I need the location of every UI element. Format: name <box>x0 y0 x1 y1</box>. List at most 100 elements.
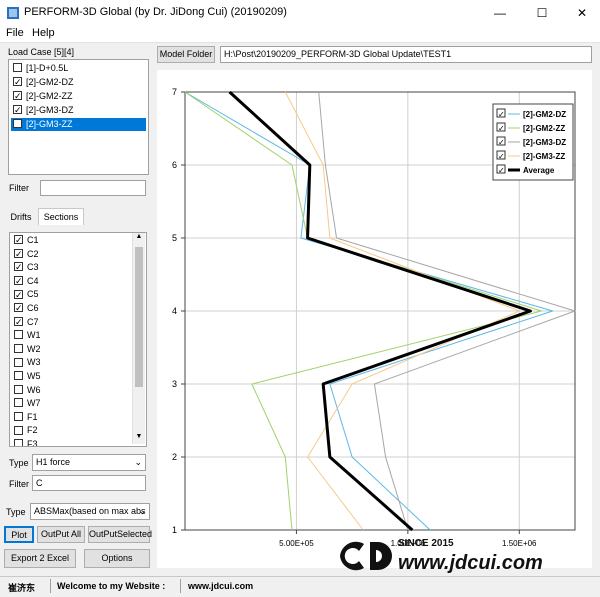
section-item[interactable]: ✓ C5 <box>14 288 39 301</box>
legend-label: [2]-GM3-ZZ <box>523 152 565 161</box>
jdcui-logo-icon <box>340 541 392 571</box>
legend-label: [2]-GM2-ZZ <box>523 124 565 133</box>
checkbox-checked-icon[interactable]: ✓ <box>13 91 22 101</box>
y-tick-label: 2 <box>172 452 177 462</box>
x-tick-label: 5.00E+05 <box>279 539 314 548</box>
checkbox-checked-icon[interactable]: ✓ <box>13 119 22 129</box>
checkbox-icon[interactable] <box>14 398 23 408</box>
load-case-filter-label: Filter <box>9 183 29 193</box>
export-excel-button[interactable]: Export 2 Excel <box>4 549 76 568</box>
y-tick-label: 7 <box>172 87 177 97</box>
options-button[interactable]: Options <box>84 549 150 568</box>
menu-help[interactable]: Help <box>32 27 55 39</box>
tab-sections[interactable]: Sections <box>38 208 84 225</box>
maximize-button[interactable]: ☐ <box>522 0 562 26</box>
checkbox-icon[interactable] <box>14 439 23 446</box>
watermark-since: SINCE 2015 <box>398 538 454 549</box>
section-item[interactable]: W5 <box>14 370 41 383</box>
section-type-select[interactable]: H1 force ⌄ <box>32 454 146 471</box>
checkbox-checked-icon[interactable]: ✓ <box>14 235 23 245</box>
checkbox-icon[interactable] <box>14 330 23 340</box>
checkbox-icon[interactable] <box>13 63 22 73</box>
section-item[interactable]: F3 <box>14 438 38 446</box>
load-case-item[interactable]: ✓ [2]-GM3-ZZ <box>11 118 146 131</box>
checkbox-icon[interactable] <box>14 411 23 421</box>
checkbox-checked-icon[interactable]: ✓ <box>14 303 23 313</box>
model-path-field[interactable]: H:\Post\20190209_PERFORM-3D Global Updat… <box>220 46 592 63</box>
status-author: 崔济东 <box>8 583 36 593</box>
scroll-up-icon[interactable]: ▲ <box>133 233 145 243</box>
scroll-down-icon[interactable]: ▼ <box>133 433 145 443</box>
plot-button[interactable]: Plot <box>4 526 34 543</box>
status-divider <box>180 579 181 593</box>
legend-check-mark: ✓ <box>498 138 505 147</box>
section-filter-input[interactable]: C <box>32 475 146 491</box>
load-case-item-label: [2]-GM3-ZZ <box>26 119 73 129</box>
section-item-label: C2 <box>27 248 39 259</box>
output-all-button[interactable]: OutPut All <box>37 526 85 543</box>
tab-drifts[interactable]: Drifts <box>6 210 36 224</box>
checkbox-checked-icon[interactable]: ✓ <box>14 275 23 285</box>
checkbox-icon[interactable] <box>14 357 23 367</box>
section-item-label: C4 <box>27 275 39 286</box>
section-item[interactable]: ✓ C6 <box>14 302 39 315</box>
checkbox-checked-icon[interactable]: ✓ <box>13 77 22 87</box>
legend-check-mark: ✓ <box>498 152 505 161</box>
load-case-list[interactable]: [1]-D+0.5L ✓ [2]-GM2-DZ ✓ [2]-GM2-ZZ ✓ [2]-GM3… <box>8 59 149 175</box>
minimize-button[interactable]: — <box>480 0 520 26</box>
status-site-link[interactable]: www.jdcui.com <box>188 581 253 591</box>
load-case-item[interactable]: ✓ [2]-GM2-DZ <box>13 76 74 89</box>
load-case-item-label: [2]-GM2-ZZ <box>26 91 73 101</box>
output-selected-button[interactable]: OutPutSelected <box>88 526 152 543</box>
y-tick-label: 6 <box>172 160 177 170</box>
sections-list[interactable]: ✓ C1 ✓ C2 ✓ C3 ✓ C4 ✓ C5 ✓ C6 ✓ C7 W1 W2 W3 W5 W6 W7 F1 F2 F3 <box>9 232 147 447</box>
section-item[interactable]: W6 <box>14 384 41 397</box>
menu-file[interactable]: File <box>6 27 24 39</box>
load-case-item[interactable]: [1]-D+0.5L <box>13 62 68 75</box>
section-item[interactable]: ✓ C7 <box>14 316 39 329</box>
load-case-item[interactable]: ✓ [2]-GM3-DZ <box>13 104 74 117</box>
checkbox-checked-icon[interactable]: ✓ <box>13 105 22 115</box>
section-item[interactable]: F2 <box>14 424 38 437</box>
load-case-filter-input[interactable] <box>40 180 146 196</box>
section-item[interactable]: W2 <box>14 343 41 356</box>
section-item-label: C1 <box>27 235 39 245</box>
section-item[interactable]: ✓ C3 <box>14 261 39 274</box>
model-folder-button[interactable]: Model Folder <box>157 46 215 63</box>
checkbox-icon[interactable] <box>14 425 23 435</box>
section-item[interactable]: F1 <box>14 411 38 424</box>
section-filter-label: Filter <box>9 479 29 489</box>
sections-scrollbar[interactable]: ▲ ▼ <box>132 233 145 444</box>
legend-label: [2]-GM3-DZ <box>523 138 566 147</box>
scroll-thumb[interactable] <box>135 247 143 387</box>
result-type-select[interactable]: ABSMax(based on max abs ⌄ <box>30 503 150 520</box>
load-case-item[interactable]: ✓ [2]-GM2-ZZ <box>13 90 73 103</box>
checkbox-checked-icon[interactable]: ✓ <box>14 316 23 326</box>
section-item-label: C3 <box>27 262 39 273</box>
section-item[interactable]: W1 <box>14 329 41 342</box>
result-type-value: ABSMax(based on max abs <box>34 506 146 516</box>
chevron-down-icon: ⌄ <box>134 457 142 467</box>
checkbox-checked-icon[interactable]: ✓ <box>14 248 23 258</box>
y-tick-label: 3 <box>172 379 177 389</box>
section-item[interactable]: ✓ C2 <box>14 248 39 261</box>
section-item[interactable]: W7 <box>14 397 41 410</box>
section-item[interactable]: ✓ C1 <box>14 234 39 247</box>
checkbox-icon[interactable] <box>14 343 23 353</box>
section-item[interactable]: W3 <box>14 356 41 369</box>
section-item-label: C7 <box>27 316 39 327</box>
checkbox-icon[interactable] <box>14 371 23 381</box>
checkbox-checked-icon[interactable]: ✓ <box>14 289 23 299</box>
checkbox-checked-icon[interactable]: ✓ <box>14 262 23 272</box>
close-button[interactable]: ✕ <box>562 0 600 26</box>
legend-label: Average <box>523 166 555 175</box>
section-item-label: W2 <box>27 343 41 354</box>
chart-area[interactable]: 12345675.00E+05 1.00E+06 1.50E+06✓ [2]-GM2-… <box>157 70 592 568</box>
chevron-down-icon: ⌄ <box>138 506 146 516</box>
section-item[interactable]: ✓ C4 <box>14 275 39 288</box>
status-welcome: Welcome to my Website : <box>57 581 166 591</box>
load-case-item-label: [2]-GM3-DZ <box>26 105 74 115</box>
watermark: SINCE 2015 www.jdcui.com <box>336 532 594 578</box>
section-item-label: W3 <box>27 357 41 368</box>
checkbox-icon[interactable] <box>14 384 23 394</box>
